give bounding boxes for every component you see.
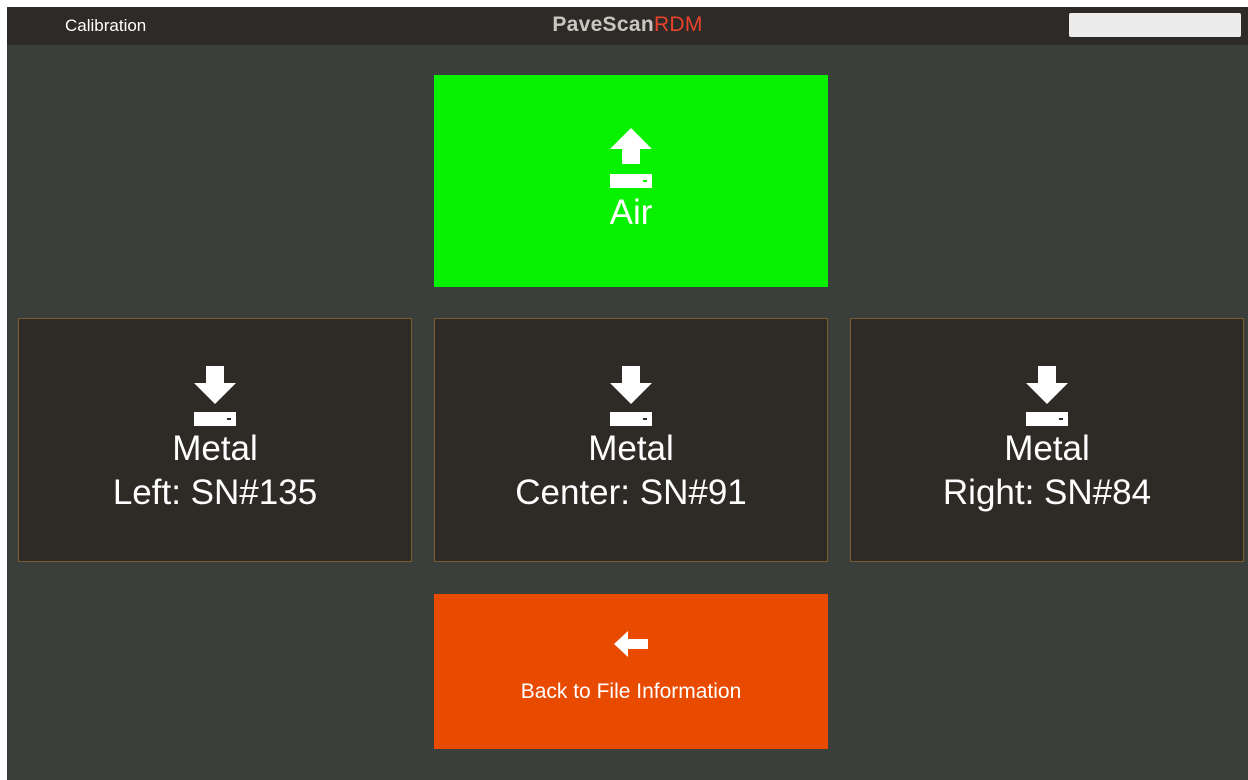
top-bar: Calibration PaveScanRDM (7, 7, 1248, 45)
air-calibration-button[interactable]: Air (434, 75, 828, 287)
metal-label: Metal (172, 429, 258, 468)
brand-name: PaveScan (552, 13, 654, 36)
sensor-right-label: Right: SN#84 (942, 473, 1152, 512)
upload-icon (610, 128, 652, 188)
download-icon (610, 366, 652, 426)
metal-left-calibration-button[interactable]: Metal Left: SN#135 (18, 318, 412, 562)
metal-right-calibration-button[interactable]: Metal Right: SN#84 (850, 318, 1244, 562)
download-icon (1026, 366, 1068, 426)
back-to-file-information-button[interactable]: Back to File Information (434, 594, 828, 749)
sensor-center-label: Center: SN#91 (515, 473, 747, 512)
sensor-left-label: Left: SN#135 (112, 473, 318, 512)
back-label: Back to File Information (520, 679, 742, 703)
brand-accent: RDM (653, 13, 703, 36)
air-label: Air (609, 193, 653, 232)
metal-label: Metal (588, 429, 674, 468)
status-field (1069, 13, 1241, 37)
metal-label: Metal (1004, 429, 1090, 468)
metal-center-calibration-button[interactable]: Metal Center: SN#91 (434, 318, 828, 562)
app-logo: PaveScanRDM (7, 13, 1248, 37)
download-icon (194, 366, 236, 426)
calibration-screen: Calibration PaveScanRDM Air Metal Left: … (7, 7, 1248, 780)
arrow-left-icon (614, 630, 648, 657)
